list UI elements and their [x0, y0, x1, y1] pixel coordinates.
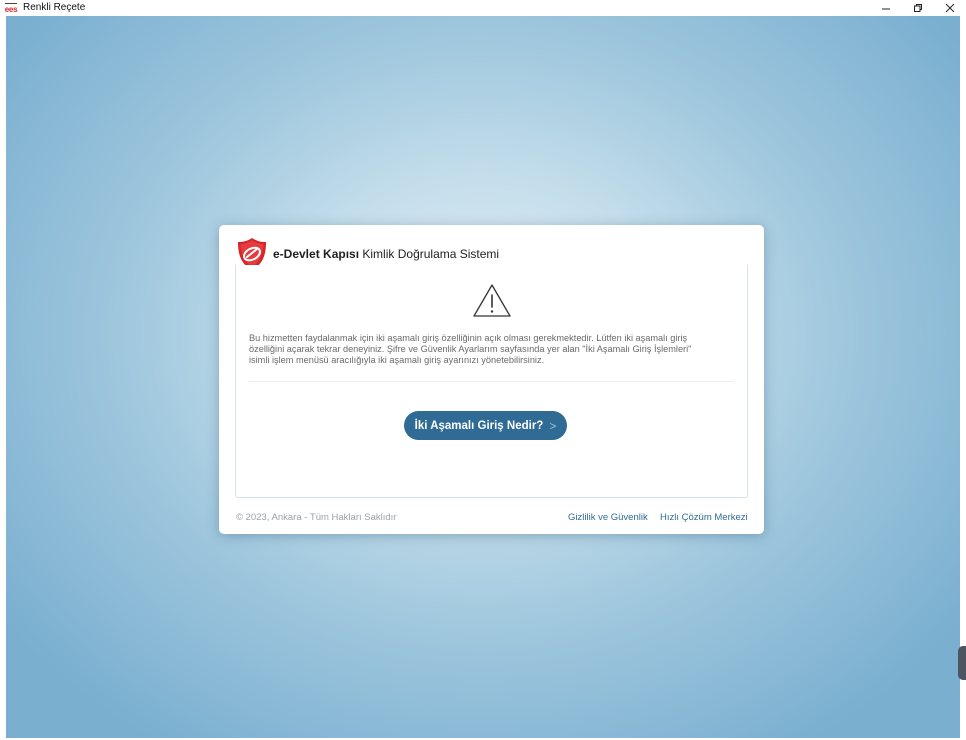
copyright-text: © 2023, Ankara - Tüm Hakları Saklıdır — [236, 512, 397, 523]
warning-message: Bu hizmetten faydalanmak için iki aşamal… — [249, 333, 741, 366]
chevron-right-icon: > — [549, 418, 557, 433]
two-step-info-button-label: İki Aşamalı Giriş Nedir? — [414, 419, 544, 432]
warning-triangle-icon — [473, 284, 511, 317]
dialog-title-subtitle: Kimlik Doğrulama Sistemi — [362, 247, 500, 261]
minimize-icon — [882, 8, 890, 10]
close-icon — [945, 3, 955, 13]
title-bar: ees Renkli Reçete — [0, 0, 966, 16]
window-title: Renkli Reçete — [23, 2, 86, 13]
two-step-info-button[interactable]: İki Aşamalı Giriş Nedir? > — [404, 411, 567, 440]
dialog-header: e-Devlet Kapısı Kimlik Doğrulama Sistemi — [219, 225, 764, 270]
privacy-security-link[interactable]: Gizlilik ve Güvenlik — [568, 512, 648, 523]
auth-dialog: e-Devlet Kapısı Kimlik Doğrulama Sistemi… — [219, 225, 764, 534]
app-icon: ees — [2, 2, 20, 14]
window-right-edge — [960, 16, 966, 740]
quick-solution-center-link[interactable]: Hızlı Çözüm Merkezi — [660, 512, 748, 523]
window-controls — [870, 0, 966, 16]
minimize-button[interactable] — [870, 0, 902, 16]
restore-button[interactable] — [902, 0, 934, 16]
dialog-body: Bu hizmetten faydalanmak için iki aşamal… — [235, 265, 748, 498]
warning-message-line-2: özelliğini açarak tekrar deneyiniz. Şifr… — [249, 344, 692, 354]
dialog-title-brand: e-Devlet Kapısı — [273, 247, 360, 261]
restore-icon — [914, 4, 922, 12]
warning-message-line-3: isimli işlem menüsü aracılığıyla iki aşa… — [249, 355, 545, 365]
dialog-title: e-Devlet Kapısı Kimlik Doğrulama Sistemi — [273, 247, 499, 261]
warning-message-line-1: Bu hizmetten faydalanmak için iki aşamal… — [249, 333, 688, 343]
app-window: ees Renkli Reçete e-Devlet Kapısı Kimlik… — [0, 0, 966, 740]
app-icon-text: ees — [4, 5, 18, 14]
close-button[interactable] — [934, 0, 966, 16]
message-divider — [249, 381, 734, 382]
side-panel-tab[interactable] — [958, 646, 966, 680]
